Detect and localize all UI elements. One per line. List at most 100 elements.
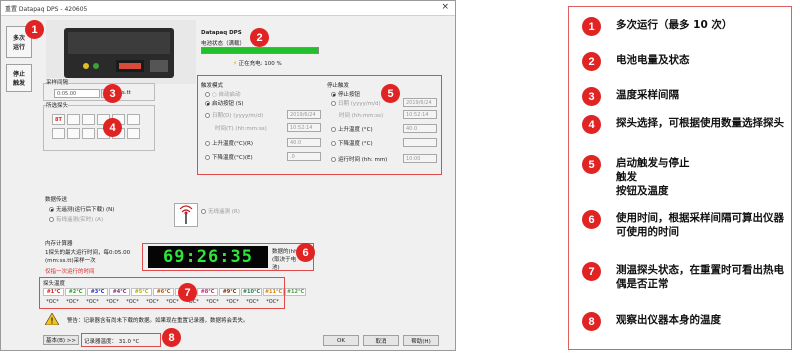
legend-text: 多次运行（最多 10 次） bbox=[616, 19, 733, 31]
stop-runtime-input[interactable]: 10:00 bbox=[403, 154, 437, 163]
start-date-radio[interactable]: 日期(D) (yyyy/m/d) bbox=[205, 111, 263, 119]
probe-checkbox[interactable] bbox=[127, 114, 140, 125]
stop-fall-input[interactable] bbox=[403, 138, 437, 147]
probe-checkbox[interactable] bbox=[82, 128, 95, 139]
stop-trigger-button[interactable]: 停止 触发 bbox=[6, 64, 32, 92]
radio-icon bbox=[201, 209, 206, 214]
probe-checkbox[interactable] bbox=[127, 128, 140, 139]
radio-icon bbox=[331, 101, 336, 106]
stop-time-input[interactable]: 10:52:14 bbox=[403, 110, 437, 119]
battery-fill bbox=[202, 48, 318, 53]
start-fall-radio[interactable]: 下降温度(°C)(E) bbox=[205, 153, 253, 161]
probe-temp-value: *OC* bbox=[246, 299, 259, 305]
probe-checkbox[interactable] bbox=[52, 128, 65, 139]
legend-number: 7 bbox=[582, 262, 601, 281]
start-rise-radio[interactable]: 上升温度(°C)(R) bbox=[205, 139, 253, 147]
logger-temp-text: 记录器温度： 31.0 °C bbox=[84, 339, 140, 345]
radio-selected-icon bbox=[205, 101, 210, 106]
basic-button[interactable]: 基本(B) >> bbox=[43, 335, 79, 345]
stop-date-input[interactable]: 2019/6/24 bbox=[403, 98, 437, 107]
legend-text: 启动触发与停止 触发 按钮及温度 bbox=[616, 157, 690, 197]
stop-rise-radio[interactable]: 上升温度 (°C) bbox=[331, 125, 373, 133]
radio-icon bbox=[205, 92, 210, 97]
probe-temp-value: *OC* bbox=[266, 299, 279, 305]
sampling-input[interactable]: 0:05.00 bbox=[54, 89, 100, 98]
stop-date-radio[interactable]: 日期 (yyyy/m/d) bbox=[331, 99, 381, 107]
probe-temp-label: #11°C bbox=[263, 288, 284, 296]
auto-start-radio[interactable]: ○ 自动启动 bbox=[205, 90, 241, 98]
legend-panel: 1 多次运行（最多 10 次） 2 电池电量及状态 3 温度采样间隔 4 探头选… bbox=[568, 6, 792, 350]
probe-temp-label: #9°C bbox=[219, 288, 240, 296]
marker-4: 4 bbox=[103, 118, 122, 137]
sampling-label: 采样间隔 bbox=[46, 78, 69, 86]
probe-temp-label: #8°C bbox=[197, 288, 218, 296]
marker-5: 5 bbox=[381, 84, 400, 103]
title-bar: 重置 Datapaq DPS - 420605 × bbox=[1, 1, 455, 16]
stop-button-radio[interactable]: 停止按钮 bbox=[331, 90, 360, 98]
probe-checkbox[interactable] bbox=[82, 114, 95, 125]
probe-row-2 bbox=[52, 128, 140, 139]
probe-checkbox[interactable] bbox=[67, 128, 80, 139]
probe-select-group: 所选探头 8T bbox=[43, 101, 155, 151]
device-name: Datapaq DPS bbox=[201, 30, 242, 36]
logger-device-graphic bbox=[64, 28, 174, 78]
probe-temp-value: *OC* bbox=[46, 299, 59, 305]
legend-text: 测温探头状态，在重置时可看出热电偶是否正常 bbox=[616, 264, 784, 290]
probe-temp-value: *OC* bbox=[226, 299, 239, 305]
radio-icon bbox=[205, 155, 210, 160]
warning-triangle-icon: ! bbox=[44, 312, 60, 326]
help-button[interactable]: 帮助(H) bbox=[403, 335, 439, 346]
legend-number: 1 bbox=[582, 17, 601, 36]
radio-icon bbox=[331, 127, 336, 132]
probe-temp-label: #5°C bbox=[131, 288, 152, 296]
start-button-radio[interactable]: 启动按钮 (S) bbox=[205, 99, 244, 107]
stop-runtime-radio[interactable]: 运行时间 (hh: mm) bbox=[331, 155, 387, 163]
no-telemetry-radio[interactable]: 无遥测(运行后下载) (N) bbox=[49, 205, 114, 213]
radio-icon bbox=[205, 113, 210, 118]
marker-1: 1 bbox=[25, 20, 44, 39]
start-time-label: 时间(T) (hh:mm:ss) bbox=[215, 126, 267, 132]
probe-checkbox[interactable] bbox=[67, 114, 80, 125]
trigger-mode-title: 触发模式 bbox=[201, 83, 224, 89]
bolt-icon: ⚡ bbox=[233, 61, 237, 67]
legend-text: 电池电量及状态 bbox=[616, 54, 690, 66]
legend-number: 4 bbox=[582, 115, 601, 134]
memory-side3: 池) bbox=[272, 265, 280, 271]
runtime-display: 69:26:35 bbox=[148, 246, 268, 268]
probe-temp-value: *OC* bbox=[126, 299, 139, 305]
start-fall-input[interactable]: .0 bbox=[287, 152, 321, 161]
probe-checkbox[interactable]: 8T bbox=[52, 114, 65, 125]
wired-telemetry-radio[interactable]: 有线遥测(实时) (A) bbox=[49, 215, 103, 223]
stop-rise-input[interactable]: 40.0 bbox=[403, 124, 437, 133]
legend-number: 8 bbox=[582, 312, 601, 331]
probe-row-1: 8T bbox=[52, 114, 140, 125]
charging-text: 正在充电: 100 % bbox=[238, 61, 282, 67]
charging-status: ⚡ 正在充电: 100 % bbox=[233, 59, 282, 67]
radio-icon bbox=[331, 157, 336, 162]
probe-temp-value: *OC* bbox=[66, 299, 79, 305]
probe-temp-title: 探头温度 bbox=[43, 281, 66, 287]
start-rise-input[interactable]: 40.0 bbox=[287, 138, 321, 147]
marker-2: 2 bbox=[250, 28, 269, 47]
close-icon[interactable]: × bbox=[441, 2, 449, 12]
device-image bbox=[46, 20, 196, 84]
svg-text:!: ! bbox=[51, 317, 54, 326]
start-date-input[interactable]: 2019/6/24 bbox=[287, 110, 321, 119]
memory-side2: (取决于电 bbox=[272, 257, 297, 263]
probe-temp-values: *OC* *OC* *OC* *OC* *OC* *OC* *OC* *OC* *OC* *OC*… bbox=[43, 299, 282, 305]
stop-fall-radio[interactable]: 下降温度 (°C) bbox=[331, 139, 373, 147]
data-transfer-title: 数据传送 bbox=[45, 197, 68, 203]
probe-temp-value: *OC* bbox=[146, 299, 159, 305]
ok-button[interactable]: OK bbox=[323, 335, 359, 346]
cancel-button[interactable]: 取消 bbox=[363, 335, 399, 346]
warning-icon: ! bbox=[44, 312, 60, 326]
marker-3: 3 bbox=[103, 84, 122, 103]
probe-temp-label: #2°C bbox=[65, 288, 86, 296]
start-time-input[interactable]: 10:52:14 bbox=[287, 123, 321, 132]
battery-status-label: 电池状态（满载） bbox=[201, 41, 246, 47]
probe-temp-label: #10°C bbox=[241, 288, 262, 296]
probe-temp-label: #3°C bbox=[87, 288, 108, 296]
memory-title: 内存计算器 bbox=[45, 241, 73, 247]
stop-time-label: 时间 (hh:mm:ss) bbox=[339, 113, 384, 119]
wireless-telemetry-radio[interactable]: 无线遥测 (R) bbox=[201, 207, 240, 215]
